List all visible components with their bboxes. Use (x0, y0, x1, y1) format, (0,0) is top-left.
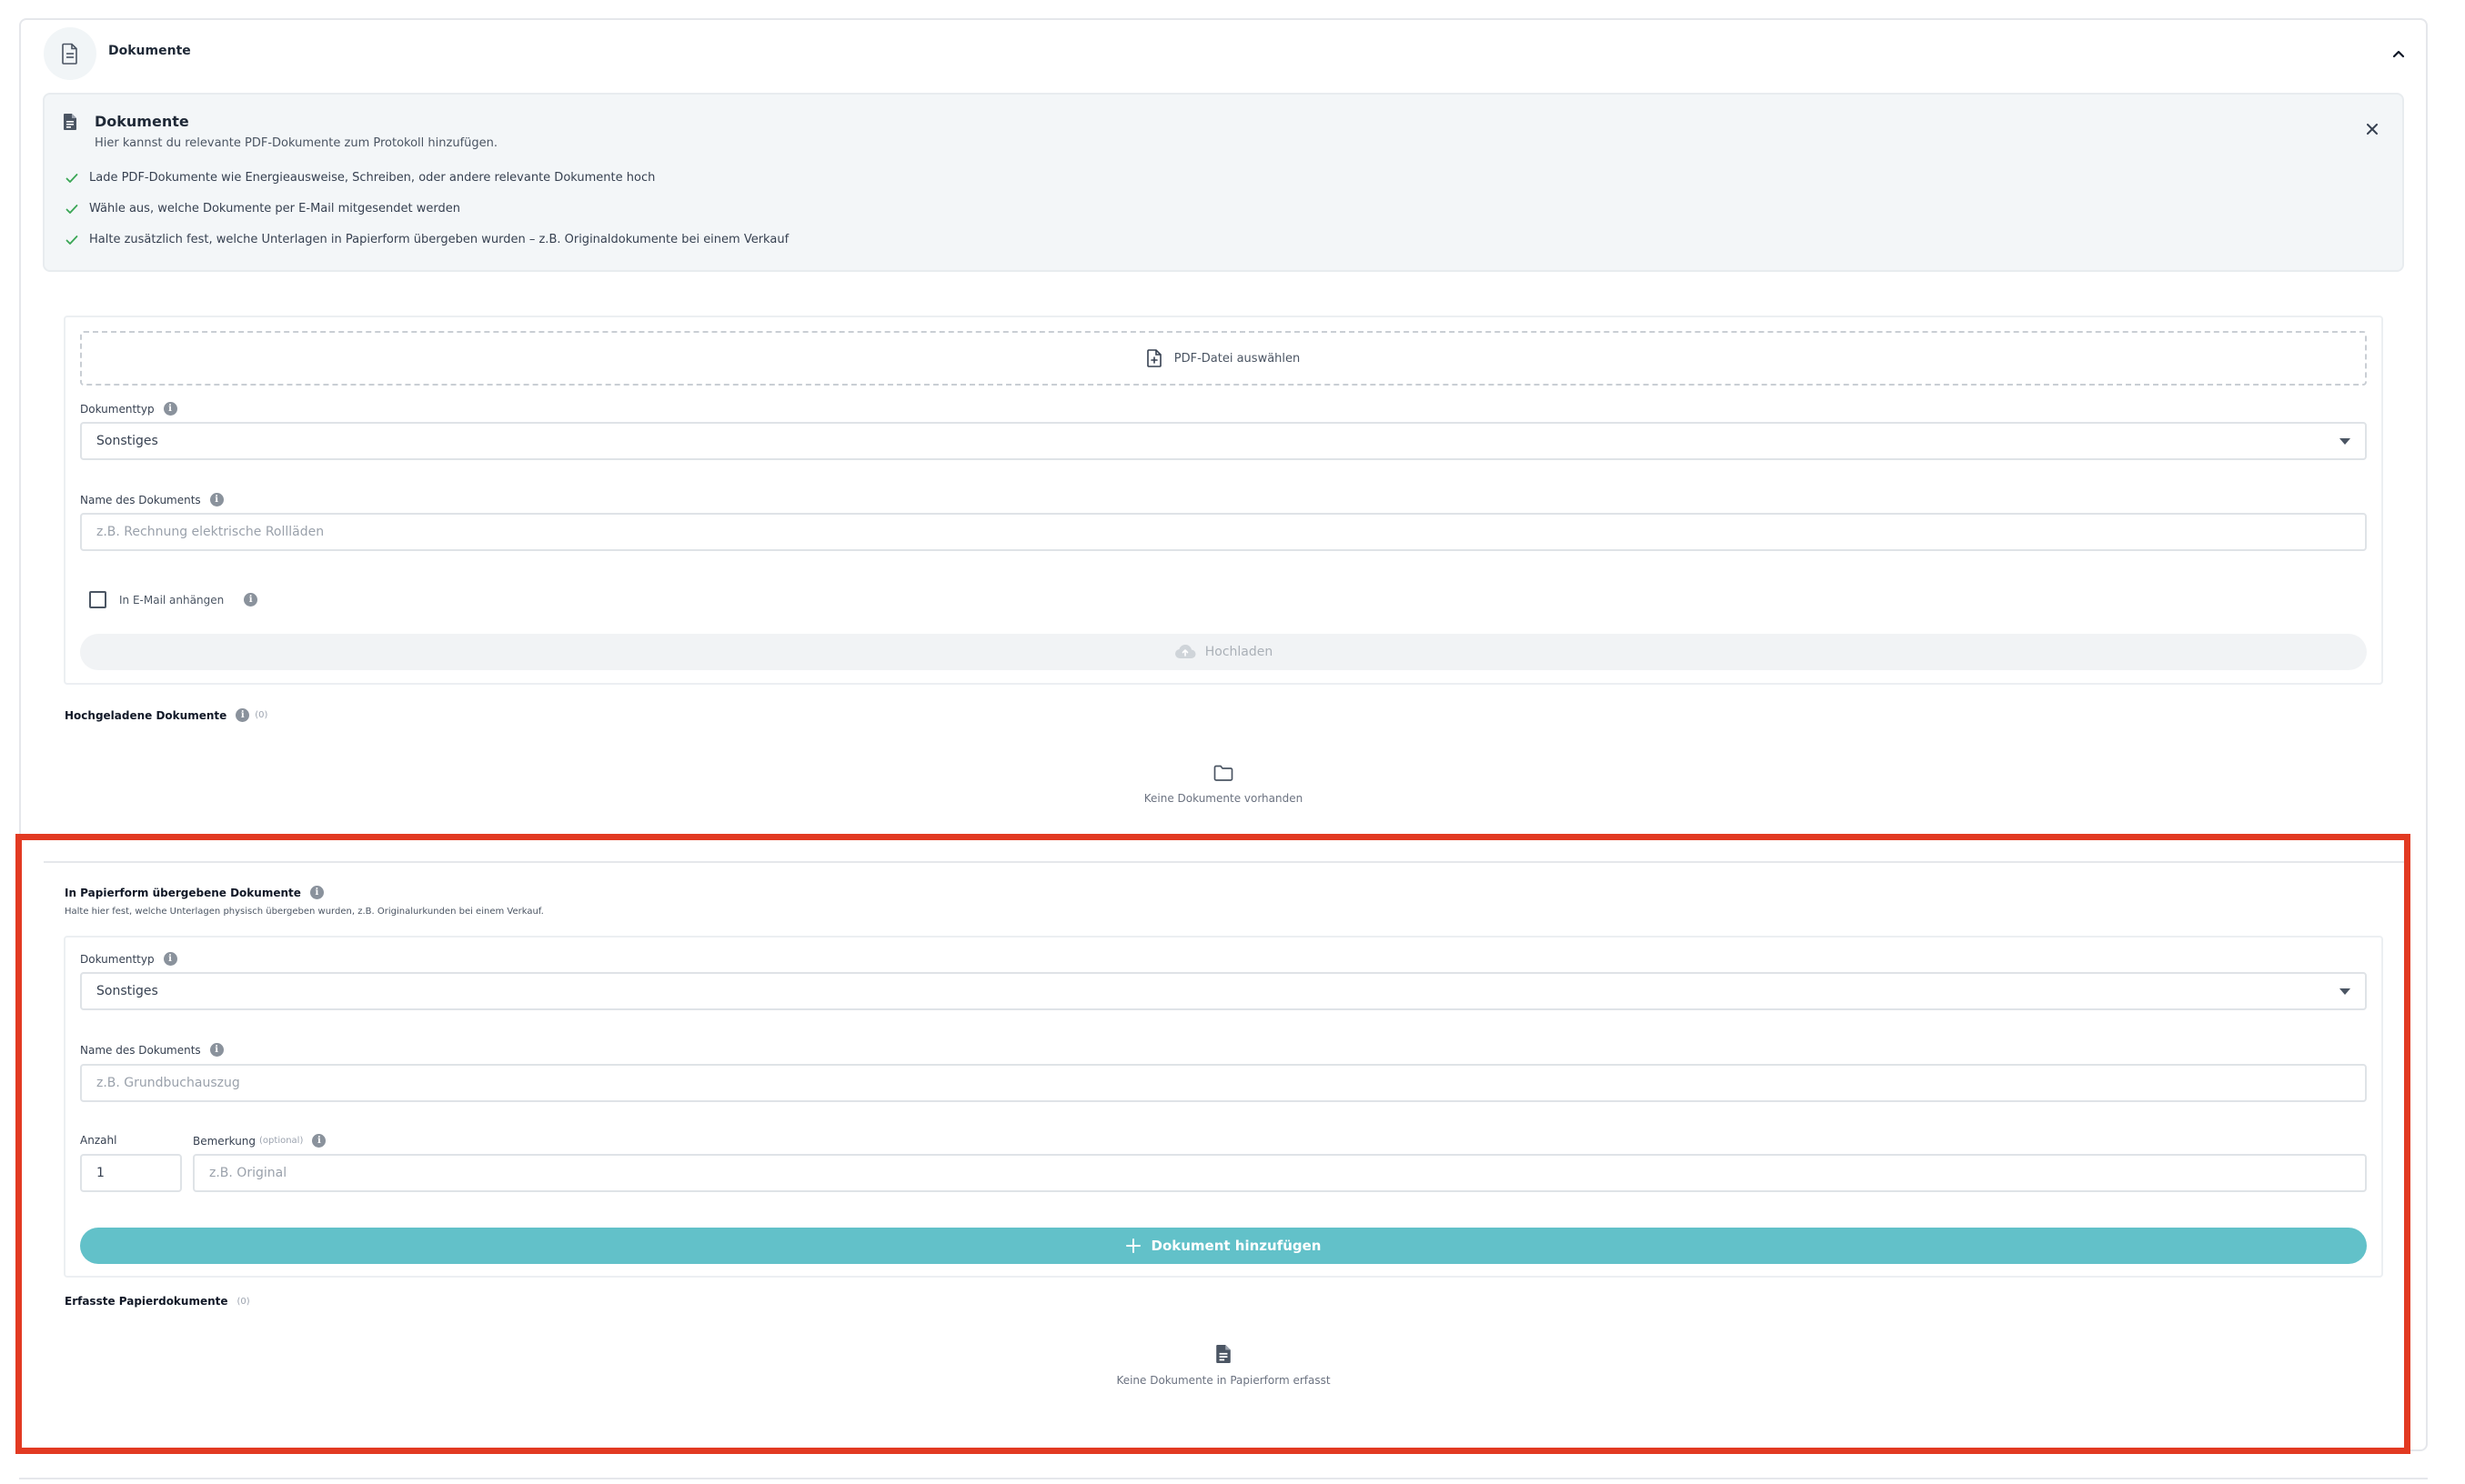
collapse-button[interactable] (2389, 44, 2409, 64)
quantity-label: Anzahl (80, 1134, 116, 1147)
recorded-paper-documents-title: Erfasste Papierdokumente (0) (65, 1295, 250, 1308)
file-text-icon (64, 114, 76, 130)
paper-doctype-label-text: Dokumenttyp (80, 952, 155, 966)
document-name-label: Name des Dokuments i (80, 493, 224, 506)
recorded-paper-documents-count: (0) (236, 1296, 250, 1307)
info-item: Halte zusätzlich fest, welche Unterlagen… (65, 233, 789, 246)
paper-doctype-label: Dokumenttyp i (80, 952, 177, 966)
paper-doctype-select[interactable]: Sonstiges (80, 972, 2367, 1010)
paper-name-input[interactable] (80, 1064, 2367, 1102)
cloud-upload-icon (1174, 645, 1196, 659)
next-card-edge (19, 1478, 2428, 1479)
check-icon (65, 173, 78, 183)
folder-icon (1213, 765, 1233, 781)
quantity-input[interactable] (80, 1154, 182, 1192)
doctype-label: Dokumenttyp i (80, 402, 177, 416)
info-icon[interactable]: i (309, 886, 324, 899)
check-icon (65, 204, 78, 214)
section-title: Dokumente (108, 44, 191, 58)
recorded-empty-state: Keine Dokumente in Papierform erfasst (1041, 1345, 1405, 1387)
info-icon[interactable]: i (312, 1134, 327, 1148)
recorded-empty-text: Keine Dokumente in Papierform erfasst (1116, 1374, 1331, 1387)
email-attach-row: In E-Mail anhängen i (89, 591, 258, 608)
info-title: Dokumente (95, 113, 189, 130)
file-plus-icon (1146, 349, 1162, 367)
info-item: Wähle aus, welche Dokumente per E-Mail m… (65, 202, 460, 216)
info-icon[interactable]: i (163, 952, 177, 966)
info-icon[interactable]: i (244, 593, 258, 607)
doctype-label-text: Dokumenttyp (80, 402, 155, 416)
info-item: Lade PDF-Dokumente wie Energieausweise, … (65, 171, 655, 185)
doctype-select-value: Sonstiges (96, 434, 158, 448)
info-icon[interactable]: i (236, 708, 250, 722)
plus-icon (1125, 1238, 1141, 1253)
uploaded-documents-title-text: Hochgeladene Dokumente (65, 708, 227, 722)
close-info-button[interactable] (2361, 118, 2383, 140)
email-attach-checkbox[interactable] (89, 591, 106, 608)
info-item-text: Lade PDF-Dokumente wie Energieausweise, … (89, 171, 656, 185)
document-name-label-text: Name des Dokuments (80, 493, 201, 506)
paper-name-label-text: Name des Dokuments (80, 1043, 201, 1057)
paper-documents-description: Halte hier fest, welche Unterlagen physi… (65, 907, 544, 917)
add-document-button-label: Dokument hinzufügen (1151, 1238, 1322, 1254)
info-icon[interactable]: i (163, 402, 177, 416)
info-icon[interactable]: i (209, 1043, 224, 1057)
document-icon (62, 43, 77, 65)
remark-optional-text: (optional) (259, 1136, 304, 1146)
paper-name-label: Name des Dokuments i (80, 1043, 224, 1057)
section-divider (44, 861, 2409, 863)
uploaded-empty-state: Keine Dokumente vorhanden (1123, 765, 1323, 805)
recorded-paper-documents-title-text: Erfasste Papierdokumente (65, 1295, 228, 1308)
info-subtitle: Hier kannst du relevante PDF-Dokumente z… (95, 136, 498, 150)
uploaded-documents-count: (0) (255, 710, 268, 720)
remark-label-text: Bemerkung (193, 1134, 257, 1148)
uploaded-empty-text: Keine Dokumente vorhanden (1143, 792, 1303, 805)
close-icon (2367, 124, 2378, 135)
upload-button[interactable]: Hochladen (80, 634, 2367, 670)
email-attach-label: In E-Mail anhängen (119, 593, 225, 607)
doctype-select[interactable]: Sonstiges (80, 422, 2367, 460)
file-text-icon (1216, 1345, 1231, 1363)
quantity-label-text: Anzahl (80, 1134, 117, 1147)
chevron-down-icon (2339, 988, 2350, 995)
info-icon[interactable]: i (209, 493, 224, 506)
paper-documents-title: In Papierform übergebene Dokumente i (65, 886, 324, 899)
uploaded-documents-title: Hochgeladene Dokumente i (0) (65, 708, 267, 722)
chevron-down-icon (2339, 438, 2350, 445)
upload-button-label: Hochladen (1204, 645, 1273, 659)
info-item-text: Wähle aus, welche Dokumente per E-Mail m… (89, 202, 460, 216)
paper-documents-title-text: In Papierform übergebene Dokumente (65, 886, 301, 899)
pdf-dropzone[interactable]: PDF-Datei auswählen (80, 331, 2367, 386)
remark-label: Bemerkung (optional) i (193, 1134, 327, 1148)
info-item-text: Halte zusätzlich fest, welche Unterlagen… (89, 233, 790, 246)
check-icon (65, 235, 78, 245)
chevron-up-icon (2392, 50, 2405, 58)
document-name-input[interactable] (80, 513, 2367, 551)
section-icon (44, 27, 96, 80)
dropzone-label: PDF-Datei auswählen (1173, 351, 1301, 366)
paper-doctype-select-value: Sonstiges (96, 984, 158, 998)
add-document-button[interactable]: Dokument hinzufügen (80, 1228, 2367, 1264)
remark-input[interactable] (193, 1154, 2367, 1192)
